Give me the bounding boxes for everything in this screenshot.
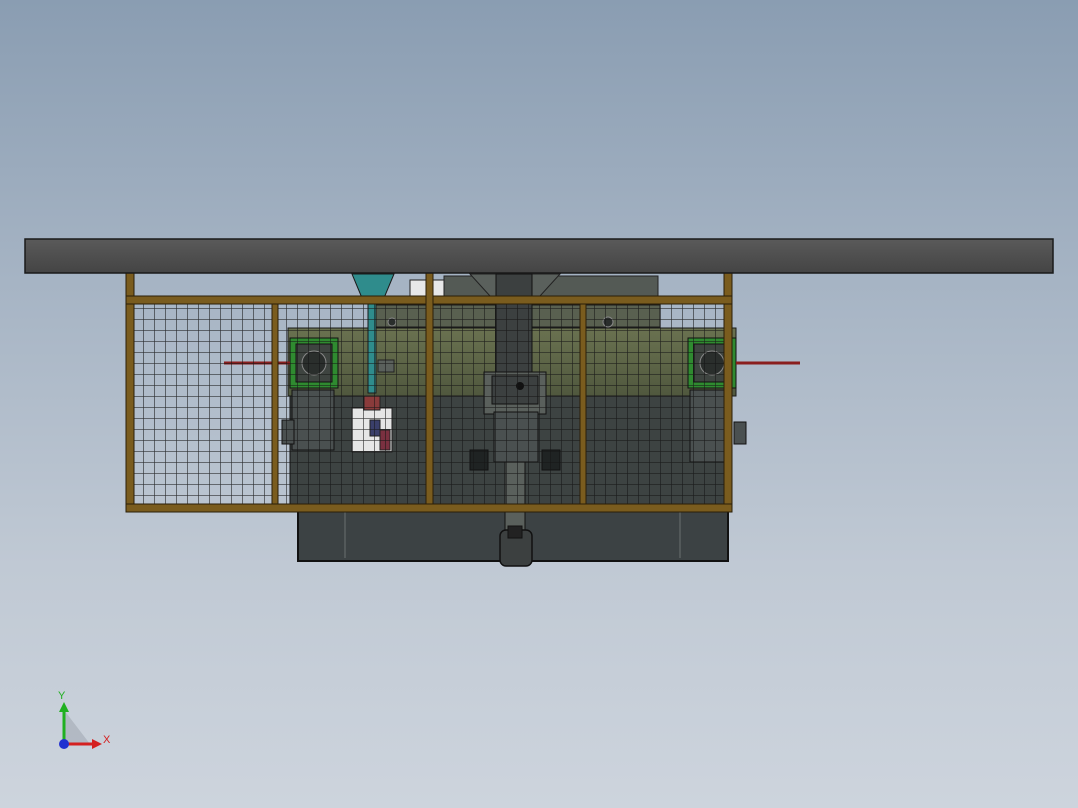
z-axis-dot (59, 739, 69, 749)
x-axis-arrow-icon (92, 739, 102, 749)
y-axis-label: Y (58, 690, 66, 702)
triad-quadrant (64, 710, 90, 744)
graphics-viewport[interactable]: Y X (0, 0, 1078, 808)
model-view[interactable] (0, 0, 1078, 808)
x-axis-label: X (103, 734, 111, 746)
coordinate-triad-icon: Y X (58, 690, 111, 749)
y-axis-arrow-icon (59, 702, 69, 712)
roof-panel (24, 238, 1054, 274)
